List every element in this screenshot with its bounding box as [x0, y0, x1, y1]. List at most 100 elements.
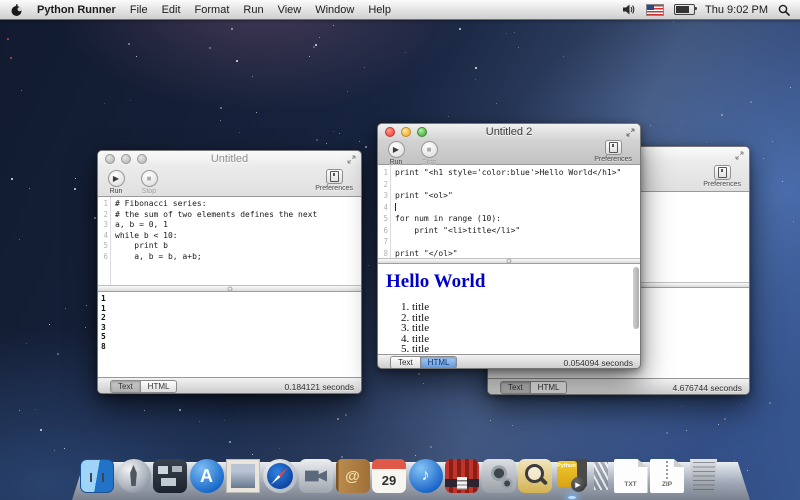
dock-icon-txt-document[interactable]: TXT: [614, 459, 648, 493]
preferences-button[interactable]: [326, 169, 343, 184]
stop-button[interactable]: ■: [141, 170, 158, 187]
minimize-button[interactable]: [401, 127, 411, 137]
stop-label: Stop: [142, 188, 156, 195]
menu-item-file[interactable]: File: [130, 4, 148, 16]
dock-icon-contacts[interactable]: @: [336, 459, 370, 493]
star: [239, 132, 240, 133]
output-pane[interactable]: 112358: [98, 292, 361, 377]
line-number: 4: [378, 202, 388, 214]
star: [315, 44, 317, 46]
apple-menu-icon[interactable]: [10, 3, 23, 17]
tab-text[interactable]: Text: [111, 381, 141, 392]
scrollbar-thumb[interactable]: [633, 267, 639, 329]
star: [339, 133, 340, 134]
menu-item-run[interactable]: Run: [243, 4, 263, 16]
dock-icon-python-runner[interactable]: Python▶: [555, 459, 589, 493]
preferences-button[interactable]: [605, 140, 622, 155]
dock-icon-launchpad[interactable]: [117, 459, 151, 493]
output-line: 1: [101, 304, 361, 314]
menu-clock[interactable]: Thu 9:02 PM: [705, 4, 768, 16]
tab-text[interactable]: Text: [391, 357, 421, 368]
line-number: 3: [378, 190, 388, 202]
spotlight-icon[interactable]: [778, 4, 790, 16]
star: [19, 239, 20, 240]
splitter-grip-icon: [507, 259, 512, 264]
line-numbers: 123456: [98, 197, 111, 285]
dock-icon-facetime[interactable]: [299, 459, 333, 493]
splitter-grip-icon: [227, 286, 232, 291]
dock-icon-mission-control[interactable]: [153, 459, 187, 493]
stop-button[interactable]: ■: [421, 141, 438, 158]
menu-item-view[interactable]: View: [278, 4, 302, 16]
dock-icon-app-store[interactable]: A: [190, 459, 224, 493]
expand-icon[interactable]: [626, 128, 635, 137]
line-numbers: 12345678: [378, 165, 391, 258]
code-line: print "<h1 style='color:blue'>Hello Worl…: [395, 167, 640, 179]
zoom-button[interactable]: [137, 154, 147, 164]
view-mode-tabs: Text HTML: [500, 381, 567, 394]
pane-splitter[interactable]: [98, 285, 361, 292]
title-bar[interactable]: Untitled 2: [378, 124, 640, 140]
window-untitled-2[interactable]: Untitled 2 ▶ Run ■ Stop Preferences: [377, 123, 641, 369]
output-list-item: title: [412, 313, 640, 324]
dock-icon-itunes[interactable]: ♪: [409, 459, 443, 493]
volume-icon[interactable]: [623, 4, 636, 15]
star: [94, 217, 96, 219]
run-label: Run: [110, 188, 123, 195]
star: [359, 141, 360, 142]
menu-item-help[interactable]: Help: [368, 4, 391, 16]
tab-html[interactable]: HTML: [531, 382, 567, 393]
star: [430, 446, 432, 448]
window-untitled[interactable]: Untitled ▶ Run ■ Stop Preferences: [97, 150, 362, 394]
code-editor[interactable]: 123456 # Fibonacci series:# the sum of t…: [98, 197, 361, 285]
title-bar[interactable]: Untitled: [98, 151, 361, 167]
star: [496, 103, 497, 104]
star: [85, 327, 86, 328]
dock-icon-zip-document[interactable]: ZIP: [650, 459, 684, 493]
text-caret: [395, 203, 396, 211]
code-line: a, b = 0, 1: [115, 220, 361, 231]
menu-app-name[interactable]: Python Runner: [37, 4, 116, 16]
close-button[interactable]: [105, 154, 115, 164]
tab-html[interactable]: HTML: [421, 357, 457, 368]
dock-icon-safari[interactable]: [263, 459, 297, 493]
zoom-button[interactable]: [417, 127, 427, 137]
battery-icon[interactable]: [674, 4, 695, 15]
output-pane[interactable]: Hello World titletitletitletitletitletit…: [378, 264, 640, 354]
star: [666, 432, 668, 434]
dock: A @29♪ Python▶ TXTZIP: [72, 462, 750, 500]
minimize-button[interactable]: [121, 154, 131, 164]
tab-text[interactable]: Text: [501, 382, 531, 393]
star: [313, 46, 315, 48]
window-controls[interactable]: [378, 127, 427, 137]
input-source-flag-icon[interactable]: [646, 4, 664, 16]
star: [75, 178, 76, 179]
star: [19, 410, 20, 411]
dock-icon-finder[interactable]: [80, 459, 114, 493]
star: [231, 28, 233, 30]
run-button[interactable]: ▶: [388, 141, 405, 158]
run-button[interactable]: ▶: [108, 170, 125, 187]
dock-icon-system-preferences[interactable]: [482, 459, 516, 493]
menu-item-edit[interactable]: Edit: [162, 4, 181, 16]
dock-icon-mail[interactable]: [226, 459, 260, 493]
expand-icon[interactable]: [347, 155, 356, 164]
dock-icon-photo-booth[interactable]: [445, 459, 479, 493]
line-number: 6: [98, 252, 108, 263]
preferences-button[interactable]: [714, 165, 731, 180]
play-icon: ▶: [393, 146, 399, 154]
tab-html[interactable]: HTML: [141, 381, 177, 392]
line-number: 2: [378, 179, 388, 191]
dock-icon-calendar[interactable]: 29: [372, 459, 406, 493]
close-button[interactable]: [385, 127, 395, 137]
run-time-status: 0.184121 seconds: [285, 382, 354, 392]
dock-icon-preview[interactable]: [518, 459, 552, 493]
menu-item-format[interactable]: Format: [195, 4, 230, 16]
menu-item-window[interactable]: Window: [315, 4, 354, 16]
dock-icon-trash[interactable]: [687, 459, 721, 493]
star: [220, 107, 222, 109]
star: [364, 67, 365, 68]
expand-icon[interactable]: [735, 151, 744, 160]
code-editor[interactable]: 12345678 print "<h1 style='color:blue'>H…: [378, 165, 640, 258]
window-controls[interactable]: [98, 154, 147, 164]
